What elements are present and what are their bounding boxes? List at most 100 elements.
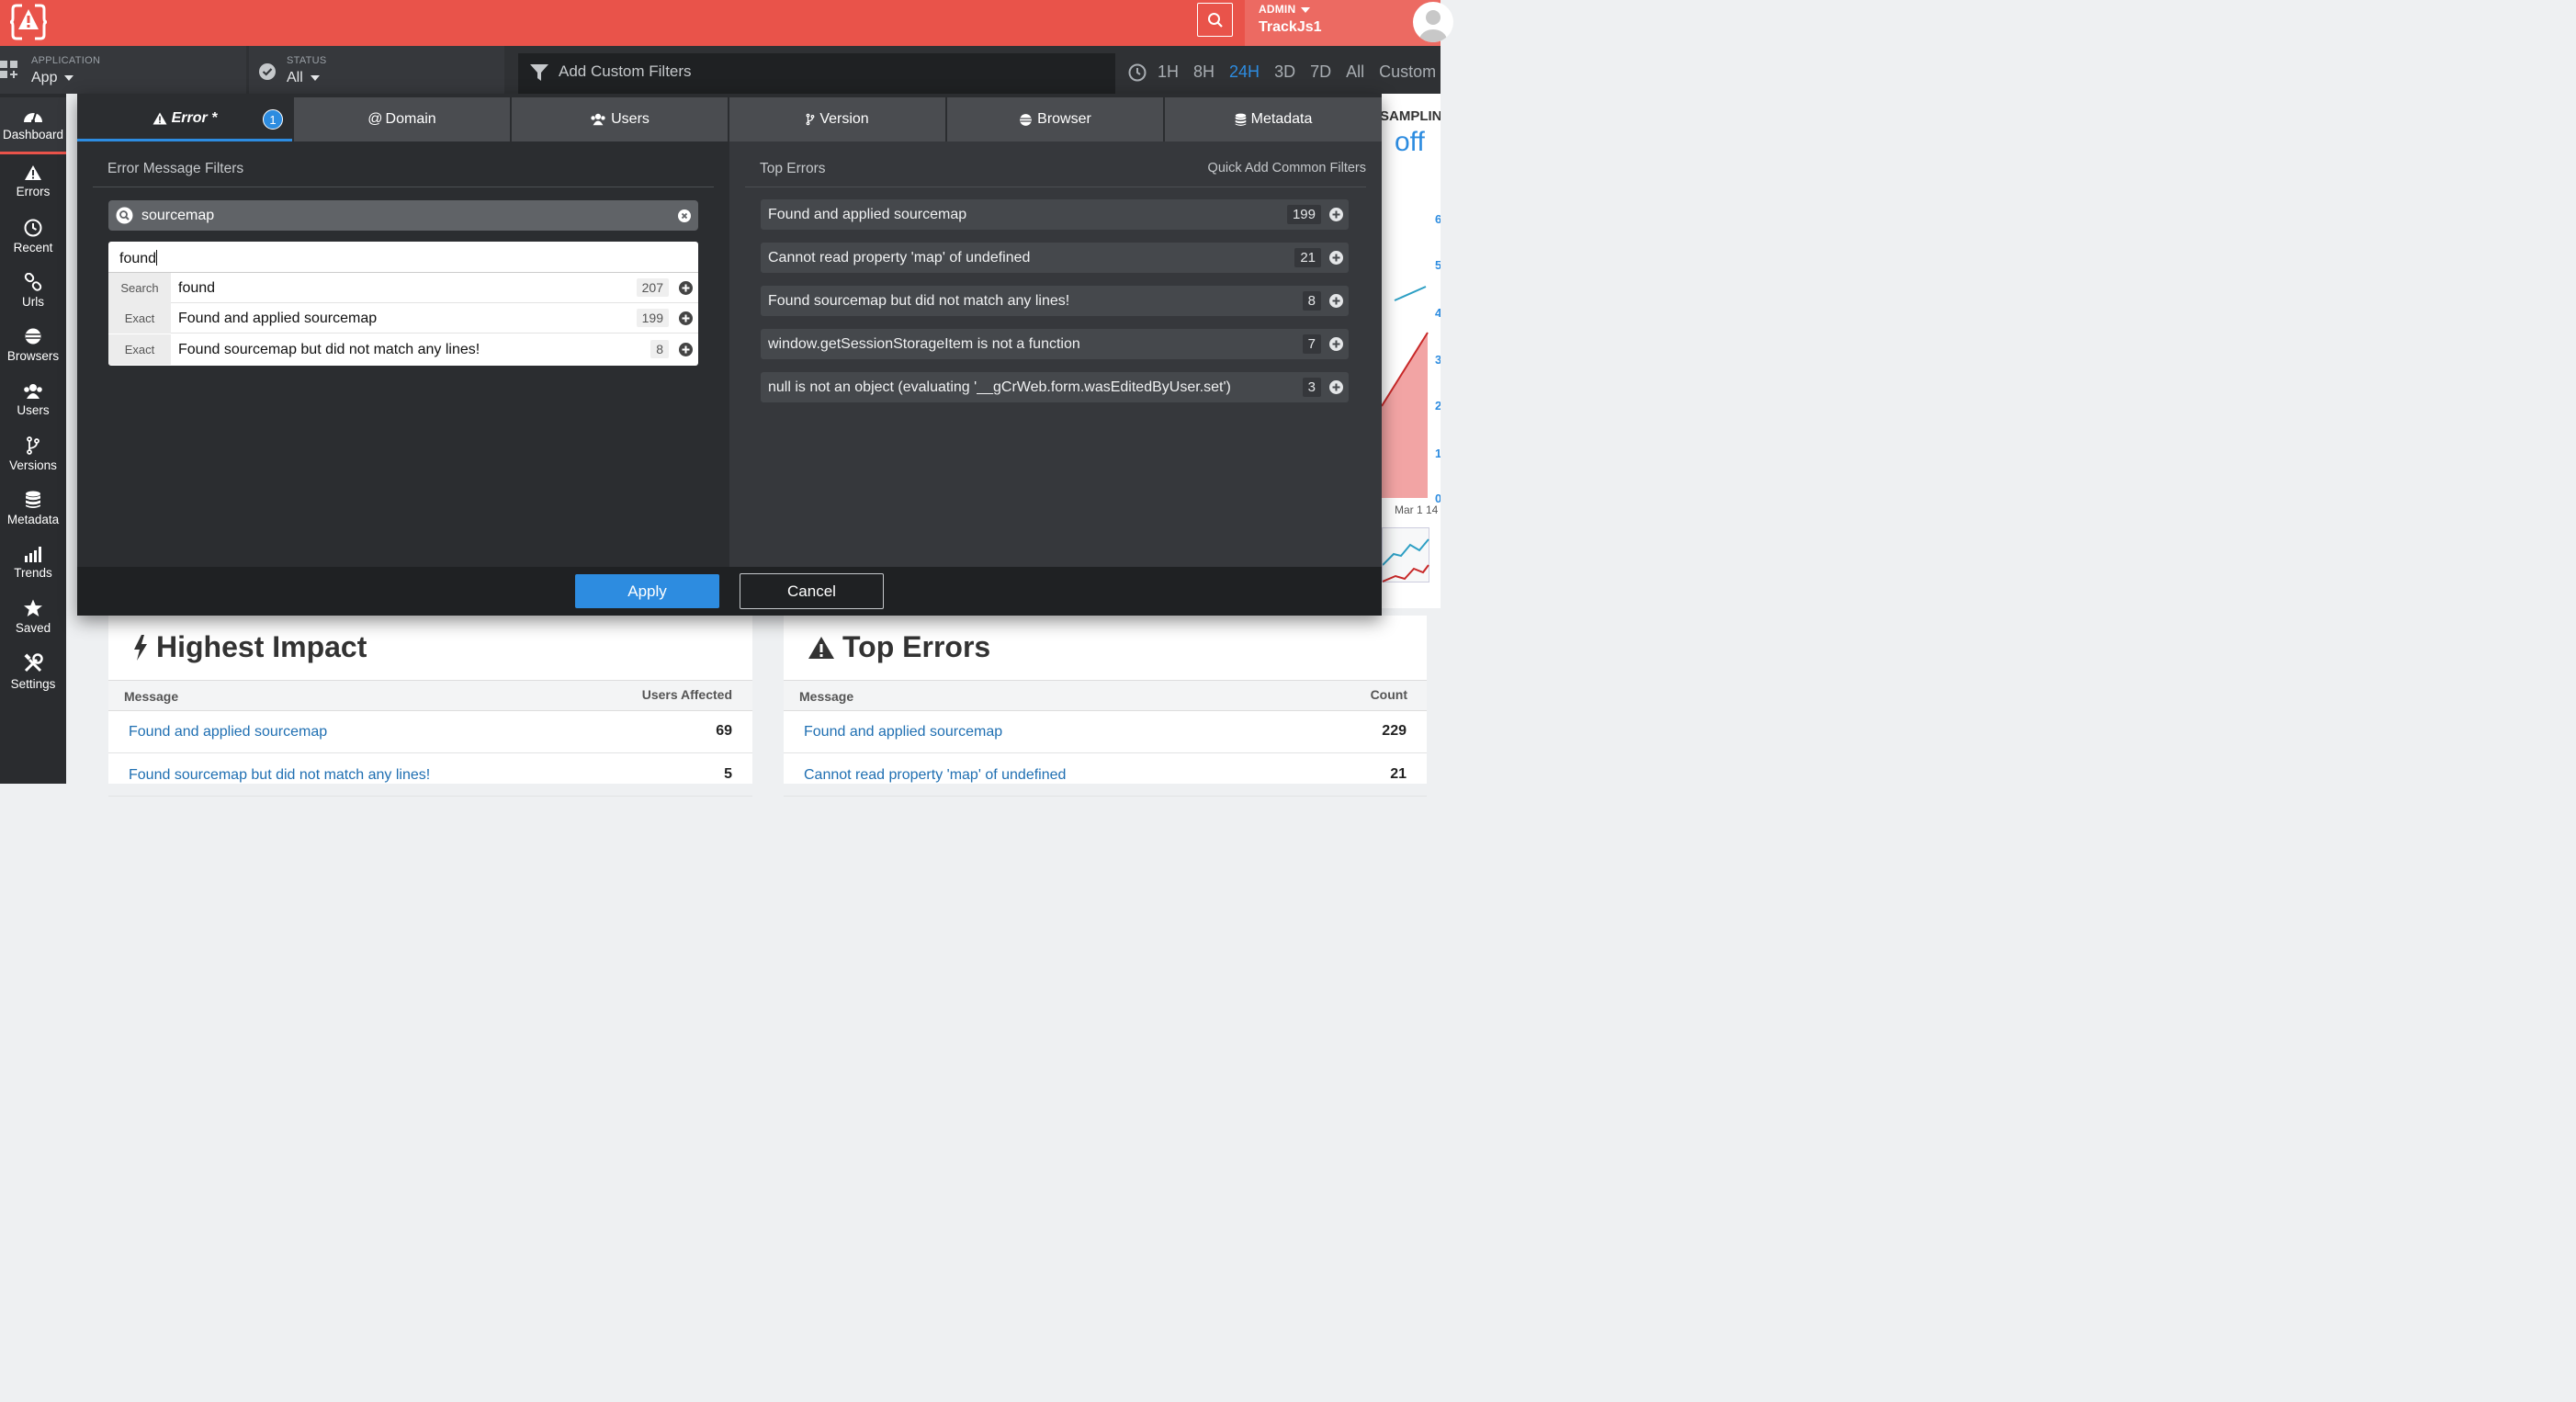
filter-tabs: Error * 1 @ Domain Users Version Browser… xyxy=(77,97,1382,141)
sidebar-item-dashboard[interactable]: Dashboard xyxy=(0,97,66,154)
time-range-7d[interactable]: 7D xyxy=(1310,62,1331,82)
trackjs-logo[interactable] xyxy=(9,2,48,42)
account-menu[interactable]: ADMIN TrackJs1 xyxy=(1245,0,1453,46)
sidebar-item-label: Users xyxy=(17,402,50,417)
highest-impact-title: Highest Impact xyxy=(132,630,367,664)
sidebar-item-recent[interactable]: Recent xyxy=(0,209,66,263)
plus-circle-icon[interactable] xyxy=(679,281,693,295)
application-selector[interactable]: APPLICATION App xyxy=(0,46,246,94)
column-count: Count xyxy=(1370,687,1407,702)
tab-users[interactable]: Users xyxy=(512,97,728,141)
sidebar-item-label: Browsers xyxy=(6,348,60,363)
background-chart-panel: SAMPLING off 60 50 40 30 20 10 0 Mar 1 1… xyxy=(1382,94,1441,608)
sidebar-item-metadata[interactable]: Metadata xyxy=(0,481,66,535)
plus-circle-icon[interactable] xyxy=(1329,294,1343,308)
sidebar-item-urls[interactable]: Urls xyxy=(0,264,66,317)
tab-metadata[interactable]: Metadata xyxy=(1165,97,1382,141)
active-filter-chip: sourcemap xyxy=(108,200,698,231)
filter-count-badge: 1 xyxy=(263,109,283,130)
time-range-8h[interactable]: 8H xyxy=(1193,62,1215,82)
plus-circle-icon[interactable] xyxy=(1329,208,1343,221)
column-message: Message xyxy=(799,689,854,704)
sidebar-item-browsers[interactable]: Browsers xyxy=(0,318,66,371)
plus-circle-icon[interactable] xyxy=(1329,380,1343,394)
row-message-link[interactable]: Found sourcemap but did not match any li… xyxy=(129,767,430,784)
chart-navigator[interactable] xyxy=(1382,527,1429,582)
top-error-count: 8 xyxy=(1302,291,1321,311)
suggestion-row[interactable]: Exact Found sourcemap but did not match … xyxy=(108,334,698,365)
filter-bar: APPLICATION App STATUS All Add Custom Fi… xyxy=(0,46,1441,94)
top-error-count: 21 xyxy=(1294,248,1321,267)
sidebar-item-label: Errors xyxy=(16,184,51,198)
top-bar: ADMIN TrackJs1 xyxy=(0,0,1453,46)
tab-error[interactable]: Error * 1 xyxy=(77,97,292,141)
sidebar-item-users[interactable]: Users xyxy=(0,373,66,426)
remove-filter-icon[interactable] xyxy=(678,209,691,222)
global-search-button[interactable] xyxy=(1197,3,1233,37)
tab-domain[interactable]: @ Domain xyxy=(294,97,510,141)
suggestion-text: Found sourcemap but did not match any li… xyxy=(178,342,480,357)
sidebar-item-errors[interactable]: Errors xyxy=(0,154,66,208)
sidebar-item-label: Settings xyxy=(10,676,56,691)
panel-title-text: Top Errors xyxy=(842,630,991,663)
cancel-button[interactable]: Cancel xyxy=(740,573,884,609)
top-error-row[interactable]: null is not an object (evaluating '__gCr… xyxy=(761,372,1349,402)
quick-add-label: Quick Add Common Filters xyxy=(1207,161,1366,175)
apply-button[interactable]: Apply xyxy=(575,574,719,608)
plus-circle-icon[interactable] xyxy=(679,343,693,356)
time-range-24h[interactable]: 24H xyxy=(1229,62,1260,82)
suggestion-kind: Exact xyxy=(108,334,171,365)
filter-input[interactable]: found xyxy=(108,242,698,273)
table-row[interactable]: Found and applied sourcemap 69 xyxy=(108,711,752,753)
top-errors-pane: Top Errors Quick Add Common Filters Foun… xyxy=(729,141,1382,567)
row-value: 21 xyxy=(1390,766,1407,782)
plus-circle-icon[interactable] xyxy=(1329,337,1343,351)
suggestion-row[interactable]: Exact Found and applied sourcemap 199 xyxy=(108,303,698,334)
sidebar: Dashboard Errors Recent Urls Browsers Us… xyxy=(0,94,66,784)
time-range-custom[interactable]: Custom xyxy=(1379,62,1436,82)
row-message-link[interactable]: Found and applied sourcemap xyxy=(129,724,327,741)
at-icon: @ xyxy=(367,111,383,127)
tab-version[interactable]: Version xyxy=(729,97,945,141)
top-error-text: Cannot read property 'map' of undefined xyxy=(768,250,1031,266)
table-row[interactable]: Cannot read property 'map' of undefined … xyxy=(784,754,1427,797)
sidebar-item-versions[interactable]: Versions xyxy=(0,427,66,481)
chart-tick: 40 xyxy=(1435,306,1441,320)
top-error-row[interactable]: Found and applied sourcemap 199 xyxy=(761,199,1349,230)
branch-icon xyxy=(27,435,40,455)
suggestion-kind: Search xyxy=(108,273,171,303)
suggestion-count: 199 xyxy=(636,309,669,327)
tab-browser[interactable]: Browser xyxy=(947,97,1163,141)
column-users-affected: Users Affected xyxy=(641,687,732,702)
top-error-row[interactable]: window.getSessionStorageItem is not a fu… xyxy=(761,329,1349,359)
bolt-icon xyxy=(134,634,147,661)
sidebar-item-label: Urls xyxy=(22,294,44,309)
suggestion-row[interactable]: Search found 207 xyxy=(108,273,698,303)
row-value: 5 xyxy=(724,766,732,782)
top-errors-panel: Top Errors Message Count Found and appli… xyxy=(784,616,1427,797)
row-message-link[interactable]: Found and applied sourcemap xyxy=(804,724,1002,741)
plus-circle-icon[interactable] xyxy=(1329,251,1343,265)
time-range-all[interactable]: All xyxy=(1346,62,1364,82)
top-errors-title: Top Errors xyxy=(808,630,990,664)
status-selector[interactable]: STATUS All xyxy=(249,46,504,94)
add-custom-filters-button[interactable]: Add Custom Filters xyxy=(518,53,1115,94)
sidebar-item-label: Dashboard xyxy=(2,128,64,141)
filter-icon xyxy=(530,64,548,81)
table-row[interactable]: Found and applied sourcemap 229 xyxy=(784,711,1427,753)
time-range-3d[interactable]: 3D xyxy=(1274,62,1295,82)
table-row[interactable]: Found sourcemap but did not match any li… xyxy=(108,754,752,797)
time-range-1h[interactable]: 1H xyxy=(1158,62,1179,82)
avatar[interactable] xyxy=(1413,2,1453,42)
sidebar-item-trends[interactable]: Trends xyxy=(0,536,66,589)
sidebar-item-saved[interactable]: Saved xyxy=(0,590,66,643)
sampling-value[interactable]: off xyxy=(1395,127,1425,158)
sidebar-item-settings[interactable]: Settings xyxy=(0,645,66,698)
plus-circle-icon[interactable] xyxy=(679,311,693,325)
top-error-row[interactable]: Cannot read property 'map' of undefined … xyxy=(761,243,1349,273)
bar-chart-icon xyxy=(25,546,41,562)
row-message-link[interactable]: Cannot read property 'map' of undefined xyxy=(804,767,1066,784)
top-error-row[interactable]: Found sourcemap but did not match any li… xyxy=(761,286,1349,316)
tab-label: Browser xyxy=(1037,111,1091,127)
chart-tick: 30 xyxy=(1435,353,1441,367)
